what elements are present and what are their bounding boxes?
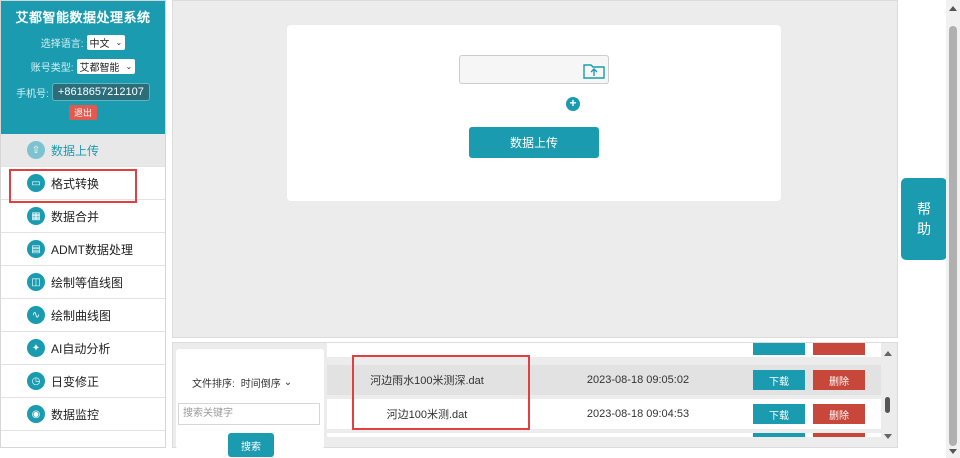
nav-item-diurnal[interactable]: ◷ 日变修正 xyxy=(1,365,165,398)
nav-item-ai[interactable]: ✦ AI自动分析 xyxy=(1,332,165,365)
search-input[interactable]: 搜索关键字 xyxy=(178,403,320,425)
chevron-down-icon: ⌄ xyxy=(115,38,123,47)
delete-button[interactable] xyxy=(813,343,865,355)
nav-item-contour[interactable]: ◫ 绘制等值线图 xyxy=(1,266,165,299)
sort-select[interactable]: 时间倒序 ⌄ xyxy=(238,374,295,391)
table-row xyxy=(327,433,881,437)
phone-row: 手机号: +8618657212107 xyxy=(1,83,165,101)
delete-button[interactable]: 删除 xyxy=(813,370,865,390)
scroll-up-icon[interactable] xyxy=(949,6,957,11)
nav-item-upload[interactable]: ⇧ 数据上传 xyxy=(1,134,165,167)
nav-label: 数据上传 xyxy=(51,143,100,158)
language-row: 选择语言: 中文 ⌄ xyxy=(1,35,165,50)
upload-area: + 数据上传 xyxy=(172,0,898,338)
delete-button[interactable] xyxy=(813,433,865,437)
phone-label: 手机号: xyxy=(16,88,49,100)
account-label: 账号类型: xyxy=(30,63,74,74)
nav-label: 日变修正 xyxy=(51,374,100,389)
monitor-icon: ◉ xyxy=(27,405,45,423)
nav-label: ADMT数据处理 xyxy=(51,242,133,257)
chevron-down-icon: ⌄ xyxy=(283,377,293,388)
file-time: 2023-08-18 09:05:02 xyxy=(586,374,690,386)
language-value: 中文 xyxy=(89,39,110,50)
help-button[interactable]: 帮 助 xyxy=(901,178,947,260)
scrollbar-thumb[interactable] xyxy=(949,26,957,446)
sidebar: 艾都智能数据处理系统 选择语言: 中文 ⌄ 账号类型: 艾都智能 ⌄ 手机号: … xyxy=(0,0,166,448)
file-time: 2023-08-18 09:04:53 xyxy=(586,408,690,420)
upload-icon: ⇧ xyxy=(27,141,45,159)
phone-field: +8618657212107 xyxy=(51,83,150,101)
sort-row: 文件排序: 时间倒序 ⌄ xyxy=(192,374,295,391)
nav-item-merge[interactable]: ▦ 数据合并 xyxy=(1,200,165,233)
page-scrollbar[interactable] xyxy=(946,0,960,458)
help-label-2: 助 xyxy=(917,221,931,237)
nav-item-convert[interactable]: ▭ 格式转换 xyxy=(1,167,165,203)
nav-item-curve[interactable]: ∿ 绘制曲线图 xyxy=(1,299,165,332)
highlight-box xyxy=(352,355,530,430)
sidebar-header: 艾都智能数据处理系统 选择语言: 中文 ⌄ 账号类型: 艾都智能 ⌄ 手机号: … xyxy=(1,1,165,134)
account-value: 艾都智能 xyxy=(79,63,120,74)
chevron-down-icon: ⌄ xyxy=(125,62,133,71)
scroll-down-icon[interactable] xyxy=(884,434,892,439)
contour-icon: ◫ xyxy=(27,273,45,291)
download-button[interactable] xyxy=(753,343,805,355)
nav-label: 绘制曲线图 xyxy=(51,308,112,323)
delete-button[interactable]: 删除 xyxy=(813,404,865,424)
scroll-down-icon[interactable] xyxy=(949,449,957,454)
sort-label: 文件排序: xyxy=(192,379,235,390)
app-title: 艾都智能数据处理系统 xyxy=(15,10,151,25)
highlight-box xyxy=(9,169,137,203)
search-button[interactable]: 搜索 xyxy=(228,433,274,457)
list-scrollbar[interactable] xyxy=(883,349,893,443)
language-select[interactable]: 中文 ⌄ xyxy=(86,35,126,50)
scrollbar-thumb[interactable] xyxy=(885,397,890,413)
sort-search-box: 文件排序: 时间倒序 ⌄ 搜索关键字 搜索 xyxy=(176,349,324,457)
nav-item-monitor[interactable]: ◉ 数据监控 xyxy=(1,398,165,431)
account-select[interactable]: 艾都智能 ⌄ xyxy=(76,59,136,74)
download-button[interactable]: 下载 xyxy=(753,370,805,390)
curve-icon: ∿ xyxy=(27,306,45,324)
nav-item-admt[interactable]: ▤ ADMT数据处理 xyxy=(1,233,165,266)
merge-icon: ▦ xyxy=(27,207,45,225)
file-panel: 文件排序: 时间倒序 ⌄ 搜索关键字 搜索 河边雨水100米测深.dat 202… xyxy=(172,342,898,457)
download-button[interactable] xyxy=(753,433,805,437)
scroll-up-icon[interactable] xyxy=(884,351,892,356)
admt-icon: ▤ xyxy=(27,240,45,258)
help-label-1: 帮 xyxy=(917,201,931,217)
upload-card: + 数据上传 xyxy=(287,25,781,201)
folder-upload-icon[interactable] xyxy=(583,62,605,79)
file-input[interactable] xyxy=(459,55,609,84)
sort-value: 时间倒序 xyxy=(240,379,281,390)
upload-button[interactable]: 数据上传 xyxy=(469,127,599,158)
clock-icon: ◷ xyxy=(27,372,45,390)
download-button[interactable]: 下载 xyxy=(753,404,805,424)
nav-label: 数据合并 xyxy=(51,209,100,224)
logout-button[interactable]: 退出 xyxy=(68,105,97,120)
nav-label: 绘制等值线图 xyxy=(51,275,124,290)
account-row: 账号类型: 艾都智能 ⌄ xyxy=(1,59,165,74)
ai-icon: ✦ xyxy=(27,339,45,357)
nav-label: AI自动分析 xyxy=(51,341,111,356)
add-icon[interactable]: + xyxy=(566,97,580,111)
nav-label: 数据监控 xyxy=(51,407,100,422)
language-label: 选择语言: xyxy=(40,39,84,50)
